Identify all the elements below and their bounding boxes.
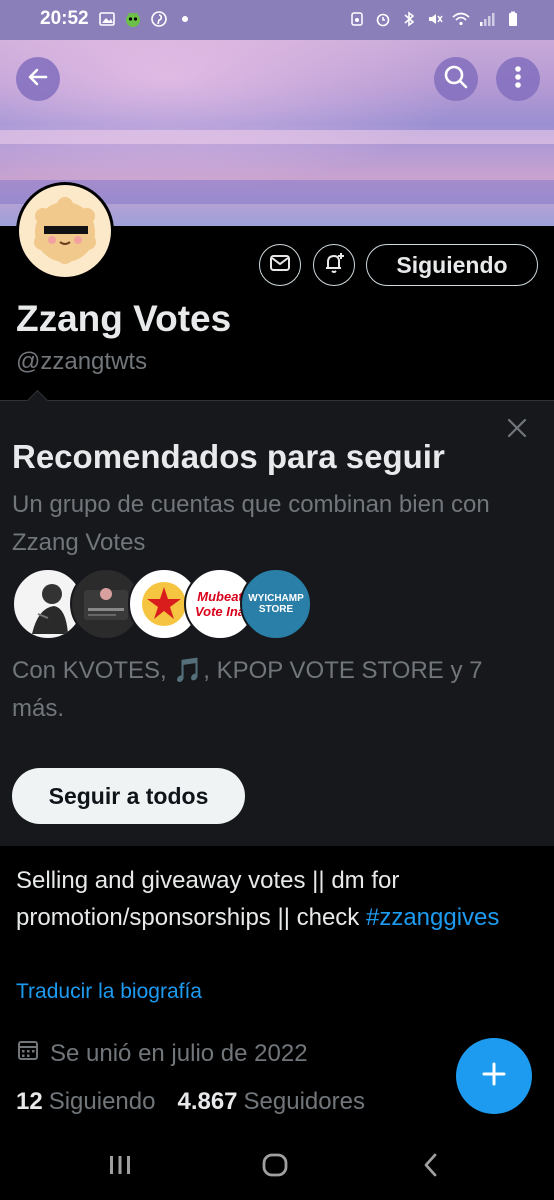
plus-icon	[480, 1060, 508, 1093]
more-button[interactable]	[496, 57, 540, 101]
message-button[interactable]	[259, 244, 301, 286]
avatar-image	[19, 185, 111, 277]
recent-apps-button[interactable]	[100, 1150, 140, 1184]
mute-icon	[426, 10, 444, 28]
following-stat[interactable]: 12 Siguiendo	[16, 1088, 155, 1116]
recommended-avatars[interactable]: Mubeat Vote Ina WYICHAMP STORE	[12, 568, 312, 642]
alien-app-icon	[124, 10, 142, 28]
close-icon	[506, 417, 528, 444]
gallery-icon	[98, 10, 116, 28]
banner-cloud	[0, 130, 554, 144]
wifi-icon	[452, 10, 470, 28]
home-icon	[261, 1152, 289, 1183]
recommended-title: Recomendados para seguir	[12, 438, 445, 475]
bell-plus-icon	[322, 251, 346, 280]
profile-bio: Selling and giveaway votes || dm for pro…	[16, 862, 536, 936]
bio-text: Selling and giveaway votes || dm for pro…	[16, 867, 400, 931]
followers-count: 4.867	[177, 1088, 238, 1115]
compose-button[interactable]	[456, 1038, 532, 1114]
chevron-left-icon	[421, 1152, 439, 1183]
follow-stats: 12 Siguiendo 4.867 Seguidores	[16, 1088, 365, 1116]
more-vertical-icon	[514, 65, 522, 94]
following-label: Siguiendo	[48, 1088, 156, 1115]
profile-handle: @zzangtwts	[16, 348, 148, 375]
recommended-subtitle: Un grupo de cuentas que combinan bien co…	[12, 491, 490, 556]
translate-bio-link[interactable]: Traducir la biografía	[16, 980, 202, 1004]
alarm-icon	[374, 10, 392, 28]
following-count: 12	[16, 1088, 43, 1115]
system-back-button[interactable]	[410, 1150, 450, 1184]
recommended-with-text: Con KVOTES, 🎵, KPOP VOTE STORE y 7 más.	[12, 657, 483, 722]
follow-all-button[interactable]: Seguir a todos	[12, 768, 245, 824]
bluetooth-icon	[400, 10, 418, 28]
followers-stat[interactable]: 4.867 Seguidores	[177, 1088, 364, 1116]
search-icon	[443, 64, 469, 95]
status-left-icons	[98, 10, 194, 28]
joined-date: Se unió en julio de 2022	[16, 1038, 308, 1069]
status-bar: 20:52	[0, 0, 554, 40]
bio-hashtag-link[interactable]: #zzanggives	[366, 904, 499, 931]
joined-text: Se unió en julio de 2022	[50, 1039, 308, 1067]
profile-avatar[interactable]	[16, 182, 114, 280]
close-recommended-button[interactable]	[503, 416, 531, 444]
arrow-left-icon	[26, 65, 50, 94]
back-button[interactable]	[16, 57, 60, 101]
dot-icon	[176, 10, 194, 28]
system-navigation-bar	[0, 1134, 554, 1200]
status-right-icons	[348, 10, 522, 28]
recommended-avatar[interactable]: WYICHAMP STORE	[240, 568, 312, 640]
battery-icon	[504, 10, 522, 28]
signal-icon	[478, 10, 496, 28]
recycle-icon	[348, 10, 366, 28]
pinterest-icon	[150, 10, 168, 28]
home-button[interactable]	[255, 1150, 295, 1184]
following-button[interactable]: Siguiendo	[366, 244, 538, 286]
status-time: 20:52	[40, 8, 89, 29]
search-button[interactable]	[434, 57, 478, 101]
notify-button[interactable]	[313, 244, 355, 286]
recent-apps-icon	[107, 1153, 133, 1182]
profile-name: Zzang Votes	[16, 298, 232, 339]
calendar-icon	[16, 1038, 40, 1069]
envelope-icon	[269, 254, 291, 277]
followers-label: Seguidores	[243, 1088, 365, 1115]
